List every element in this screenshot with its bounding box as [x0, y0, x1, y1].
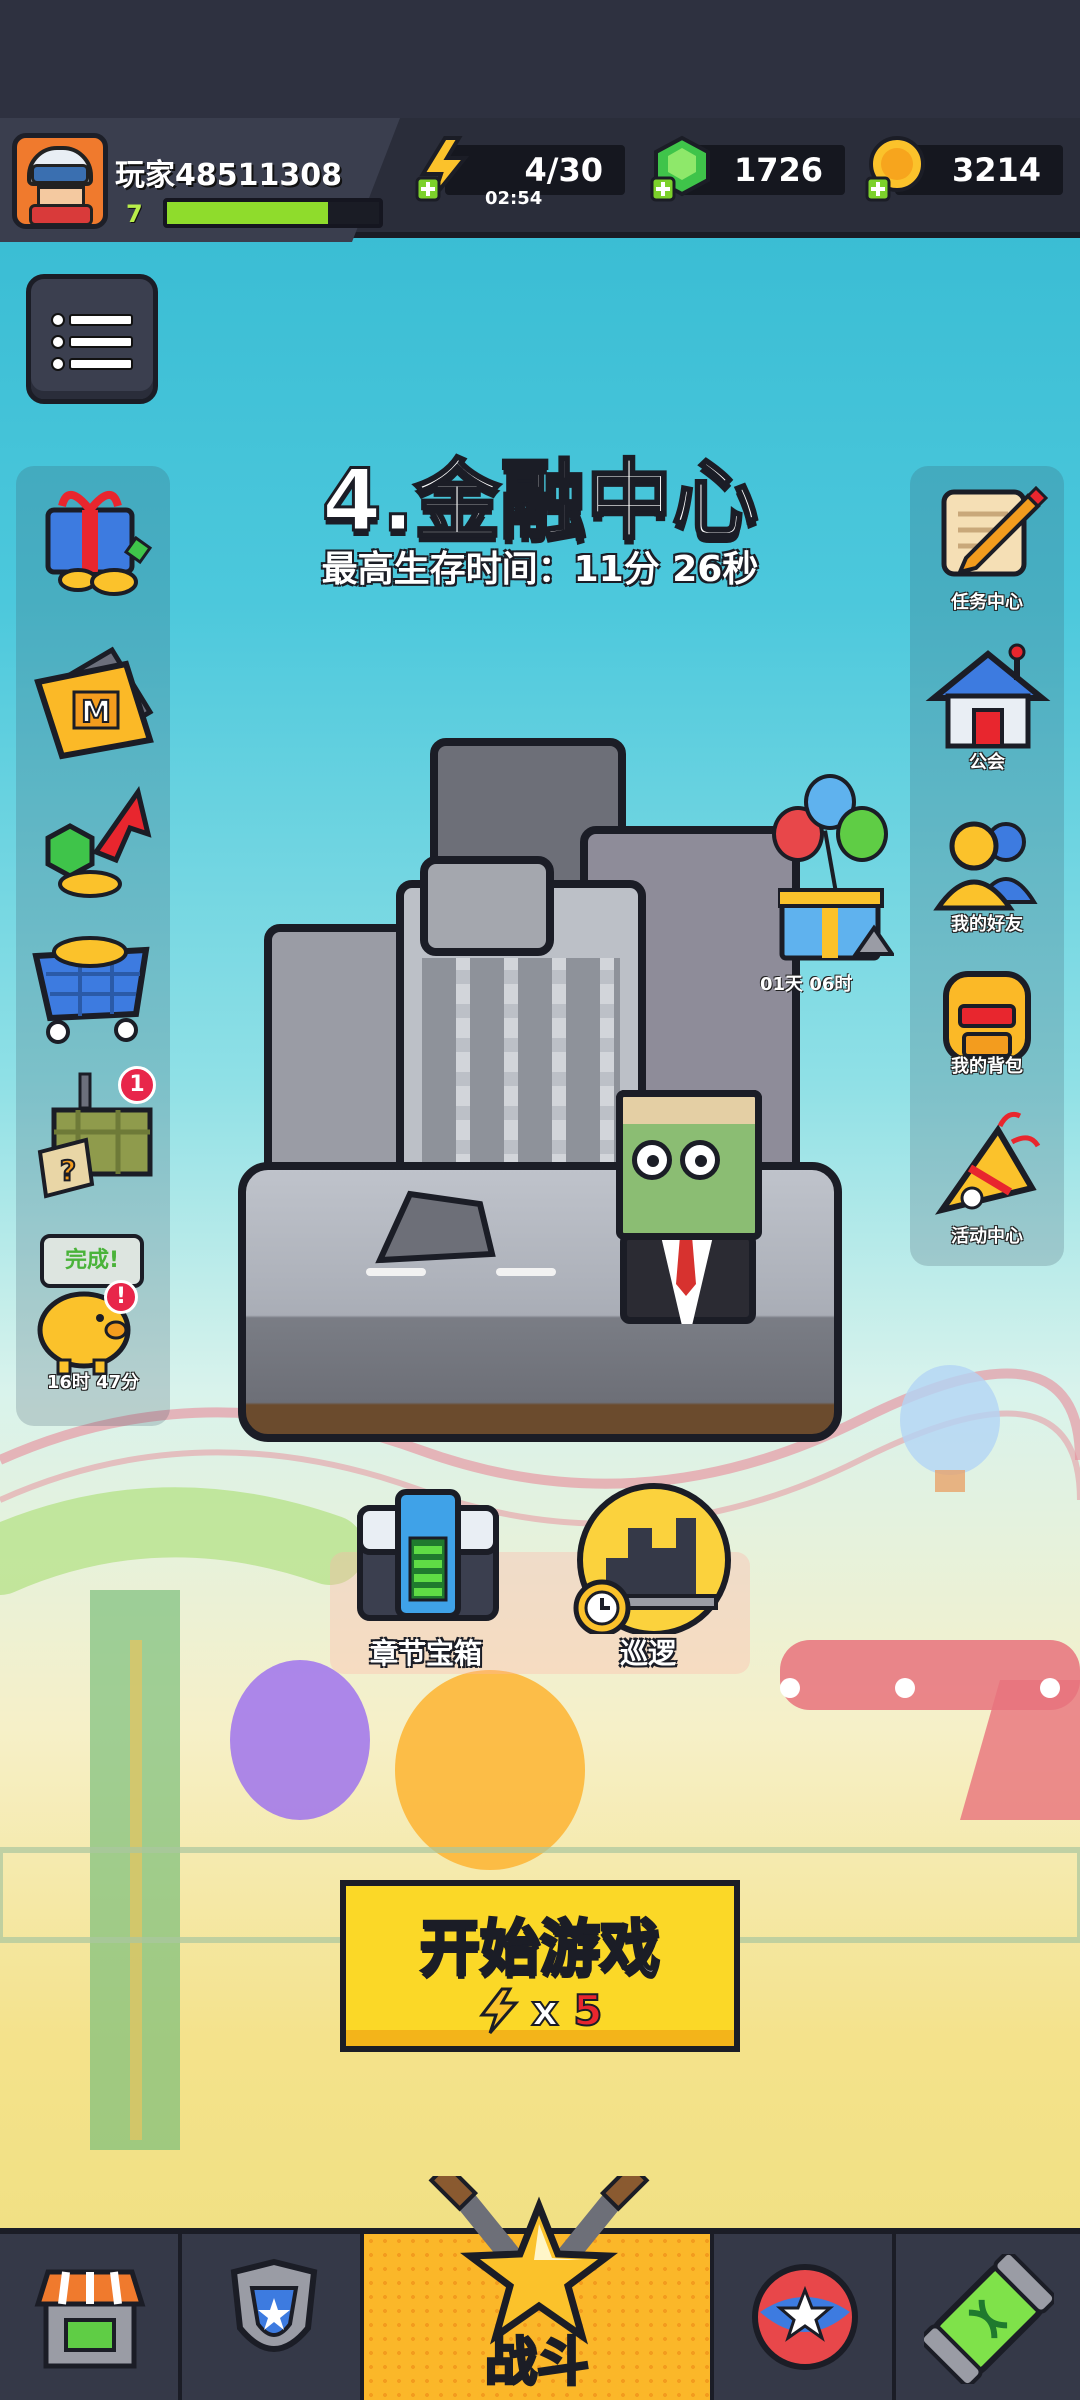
- tab-equipment[interactable]: [182, 2234, 364, 2400]
- start-game-button[interactable]: 开始游戏 x 5: [340, 1880, 740, 2052]
- tab-shop[interactable]: [0, 2234, 182, 2400]
- alert-badge: !: [104, 1280, 138, 1314]
- event-center-label: 活动中心: [951, 1226, 1023, 1247]
- menu-button[interactable]: [26, 274, 158, 404]
- energy-cost-icon: [478, 1987, 519, 2034]
- energy-cost-value: 5: [572, 1985, 603, 2036]
- chapter-chest-label: 章节宝箱: [370, 1637, 483, 1670]
- patrol-label: 巡逻: [620, 1637, 677, 1670]
- gold-coin-plus-icon[interactable]: [865, 134, 929, 202]
- coin-value: 3214: [951, 151, 1041, 189]
- guild-house-icon[interactable]: [912, 640, 1062, 752]
- star-swords-icon: [428, 2176, 650, 2345]
- m-card-icon[interactable]: M: [18, 620, 168, 770]
- notification-badge: 1: [118, 1066, 156, 1104]
- shop-stall-icon: [34, 2269, 146, 2369]
- chapter-chest-icon: [357, 1489, 499, 1621]
- star-orb-icon: [752, 2264, 858, 2370]
- player-avatar[interactable]: [12, 133, 108, 229]
- energy-value: 4/30: [524, 151, 603, 189]
- gem-value: 1726: [733, 151, 823, 189]
- dna-capsule-icon: [924, 2254, 1054, 2384]
- svg-text:?: ?: [60, 1154, 76, 1187]
- zombie-left-eye: [632, 1140, 672, 1180]
- zombie-right-eye: [680, 1140, 720, 1180]
- piggy-bank-timer: 16时 47分: [46, 1372, 140, 1393]
- status-strip: [0, 0, 1080, 120]
- tab-talents[interactable]: [714, 2234, 896, 2400]
- guild-label: 公会: [969, 752, 1005, 773]
- quest-center-label: 任务中心: [951, 592, 1023, 613]
- gem-upgrade-icon[interactable]: [18, 768, 168, 918]
- patrol-icon: [573, 1483, 731, 1634]
- my-backpack-label: 我的背包: [951, 1056, 1023, 1077]
- gift-bundle-icon[interactable]: [18, 470, 168, 620]
- tab-evolve[interactable]: [896, 2234, 1080, 2400]
- player-level: 7: [126, 200, 143, 228]
- rubble-rock: [375, 1190, 496, 1264]
- party-horn-icon[interactable]: [912, 1102, 1062, 1220]
- gift-box-icon: [778, 888, 894, 961]
- green-gem-plus-icon[interactable]: [650, 134, 714, 202]
- gift-timer: 01天 06时: [760, 974, 853, 995]
- green-balloon: [836, 806, 888, 862]
- shop-cart-icon[interactable]: [18, 910, 168, 1060]
- cost-multiplier: x: [531, 1985, 560, 2036]
- xp-progress-bar: [163, 198, 383, 228]
- svg-text:M: M: [81, 695, 111, 730]
- armor-badge-icon: [230, 2258, 318, 2352]
- start-cost: x 5: [346, 1985, 734, 2036]
- backpack-icon[interactable]: [912, 956, 1062, 1066]
- player-name: 玩家48511308: [115, 158, 342, 193]
- friends-icon[interactable]: [912, 806, 1062, 916]
- my-friends-label: 我的好友: [951, 914, 1023, 935]
- quest-scroll-icon[interactable]: [912, 470, 1062, 590]
- tower-top: [420, 856, 554, 956]
- lightning-plus-icon[interactable]: [415, 134, 479, 202]
- start-game-label: 开始游戏: [419, 1913, 662, 1986]
- energy-timer: 02:54: [485, 188, 543, 209]
- zombie-hair: [616, 1090, 762, 1124]
